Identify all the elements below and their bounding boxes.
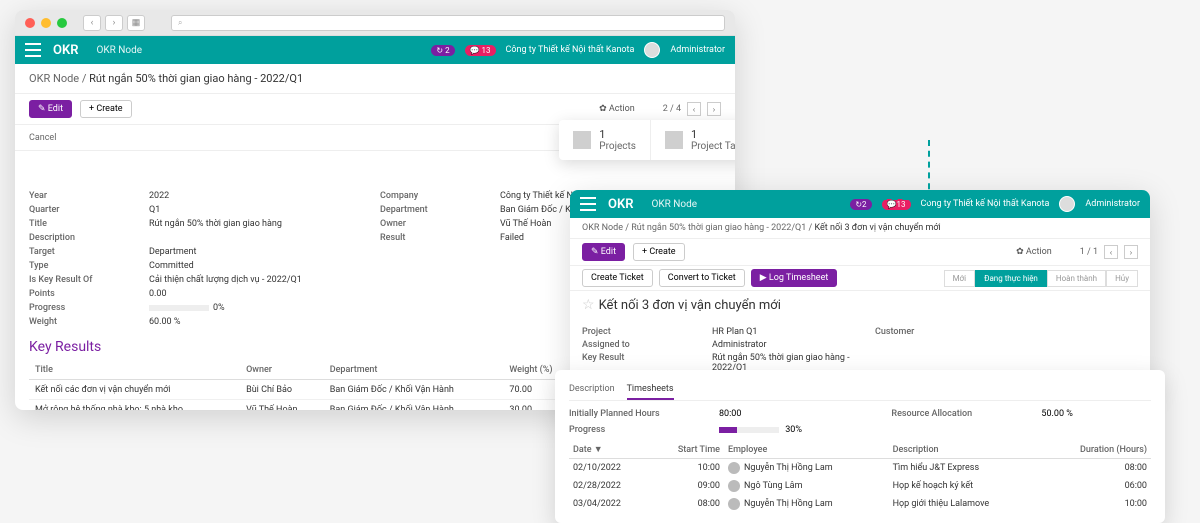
forward-button[interactable]: › — [105, 15, 123, 31]
cancel-button[interactable]: Cancel — [29, 133, 56, 143]
menu-icon[interactable] — [25, 43, 41, 57]
tabs-button[interactable]: ▦ — [127, 15, 145, 31]
menu-okr-node[interactable]: OKR Node — [96, 45, 142, 56]
close-icon[interactable] — [25, 18, 35, 28]
tab-description[interactable]: Description — [569, 380, 615, 400]
minimize-icon[interactable] — [41, 18, 51, 28]
next-button[interactable]: › — [707, 102, 721, 116]
task-title: ☆Kết nối 3 đơn vị vận chuyển mới — [570, 291, 1150, 319]
connector-arrow — [870, 140, 930, 200]
convert-ticket-button[interactable]: Convert to Ticket — [659, 269, 745, 287]
back-button[interactable]: ‹ — [83, 15, 101, 31]
url-bar[interactable]: ⌕ — [171, 15, 725, 31]
user-name[interactable]: Administrator — [670, 45, 725, 55]
table-row[interactable]: 03/04/202208:00Nguyễn Thị Hồng LamHọp gi… — [569, 495, 1151, 513]
breadcrumb: OKR Node / Rút ngắn 50% thời gian giao h… — [15, 64, 735, 94]
action-menu[interactable]: ✿ Action — [599, 104, 635, 114]
activity-badge[interactable]: ↻ 2 — [431, 45, 454, 56]
star-icon[interactable]: ☆ — [582, 297, 595, 313]
create-button[interactable]: + Create — [80, 100, 132, 118]
menu-icon[interactable] — [580, 197, 596, 211]
breadcrumb-root[interactable]: OKR Node — [29, 72, 79, 85]
activity-badge[interactable]: ↻2 — [850, 199, 871, 210]
maximize-icon[interactable] — [57, 18, 67, 28]
table-row[interactable]: 02/10/202210:00Nguyễn Thị Hồng LamTìm hi… — [569, 459, 1151, 478]
puzzle-icon — [573, 131, 591, 149]
breadcrumb-current: Rút ngắn 50% thời gian giao hàng - 2022/… — [89, 72, 303, 85]
company-name[interactable]: Công ty Thiết kế Nội thất Kanota — [506, 45, 635, 55]
create-button[interactable]: + Create — [633, 243, 685, 261]
messages-badge[interactable]: 💬13 — [882, 199, 911, 210]
task-window: OKR OKR Node ↻2 💬13 Công ty Thiết kế Nội… — [570, 190, 1150, 390]
browser-titlebar: ‹ › ▦ ⌕ — [15, 10, 735, 36]
app-name: OKR — [53, 43, 78, 58]
smart-buttons: 1Projects 1Project Tasks — [559, 120, 735, 160]
tab-timesheets[interactable]: Timesheets — [627, 380, 674, 400]
timesheet-table: Date ▼Start Time EmployeeDescriptionDura… — [569, 441, 1151, 513]
app-bar-2: OKR OKR Node ↻2 💬13 Công ty Thiết kế Nội… — [570, 190, 1150, 218]
avatar[interactable] — [1059, 196, 1075, 212]
app-bar: OKR OKR Node ↻ 2 💬 13 Công ty Thiết kế N… — [15, 36, 735, 64]
avatar[interactable] — [644, 42, 660, 58]
pager: 2 / 4 ‹ › — [663, 102, 721, 116]
timesheets-panel: Description Timesheets Initially Planned… — [555, 370, 1165, 523]
log-timesheet-button[interactable]: ▶ Log Timesheet — [751, 269, 838, 287]
create-ticket-button[interactable]: Create Ticket — [582, 269, 653, 287]
prev-button[interactable]: ‹ — [687, 102, 701, 116]
tasks-icon — [665, 131, 683, 149]
smart-projects[interactable]: 1Projects — [559, 120, 651, 160]
edit-button[interactable]: ✎ Edit — [29, 100, 72, 118]
messages-badge[interactable]: 💬 13 — [465, 45, 496, 56]
smart-tasks[interactable]: 1Project Tasks — [651, 120, 735, 160]
edit-button[interactable]: ✎ Edit — [582, 243, 625, 261]
table-row[interactable]: 02/28/202209:00Ngô Tùng LâmHọp kế hoạch … — [569, 477, 1151, 495]
breadcrumb-2: OKR Node / Rút ngắn 50% thời gian giao h… — [570, 218, 1150, 239]
